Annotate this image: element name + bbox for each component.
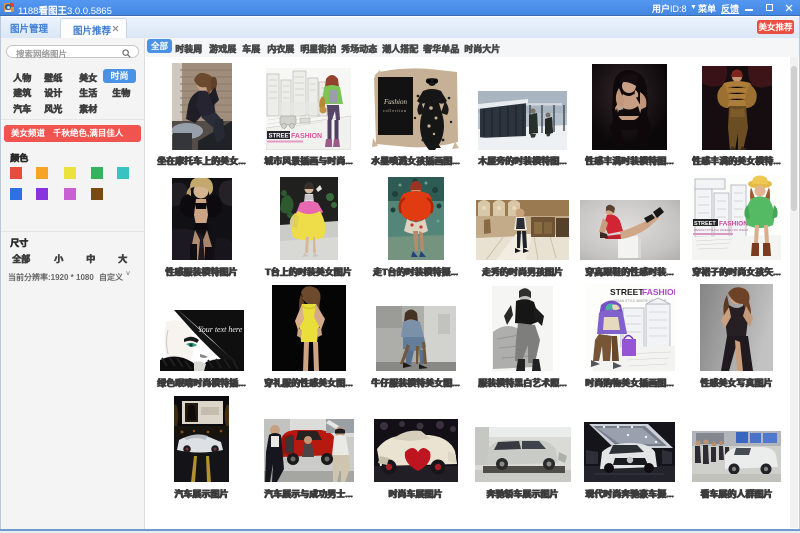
svg-text:Your text here: Your text here: [198, 325, 243, 334]
svg-text:FASHION: FASHION: [719, 220, 748, 227]
svg-text:Fashion: Fashion: [383, 98, 407, 106]
svg-text:FASHION: FASHION: [291, 133, 322, 140]
svg-text:collection: collection: [383, 108, 407, 113]
svg-text:STREET: STREET: [610, 287, 644, 297]
svg-text:STREET: STREET: [269, 133, 293, 139]
svg-text:FASHION: FASHION: [642, 287, 675, 297]
svg-text:STREET: STREET: [694, 221, 716, 227]
svg-text:REMAIN STYLISH WHERE YOU WEAR: REMAIN STYLISH WHERE YOU WEAR: [694, 228, 749, 232]
